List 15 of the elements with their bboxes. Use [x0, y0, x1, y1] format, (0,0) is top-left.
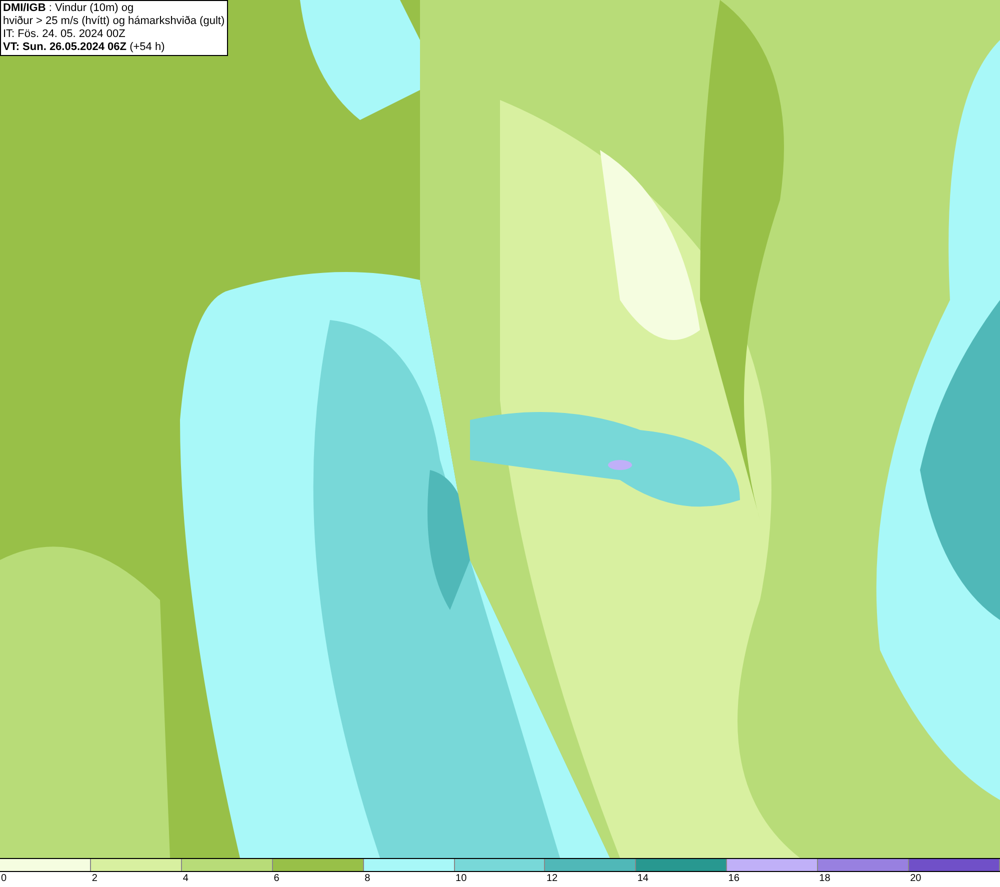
scale-label: 10	[456, 872, 467, 886]
legend-text: hviður > 25 m/s (hvítt) og hámarkshviða (gult)	[3, 15, 225, 28]
scale-label: 12	[546, 872, 558, 886]
scale-label: 0	[1, 872, 7, 886]
legend-text: VT: Sun. 26.05.2024 06Z (+54 h)	[3, 41, 165, 54]
legend-text: IT: Fös. 24. 05. 2024 00Z	[3, 28, 126, 41]
scale-label: 6	[274, 872, 280, 886]
scale-label: 16	[728, 872, 740, 886]
scale-label: 8	[364, 872, 370, 886]
legend-text: DMI/IGB : Vindur (10m) og	[3, 2, 134, 15]
scale-label: 18	[819, 872, 830, 886]
scale-label: 14	[637, 872, 648, 886]
scale-label: 2	[92, 872, 98, 886]
scale-label: 20	[910, 872, 922, 886]
scale-label: 4	[182, 872, 188, 886]
